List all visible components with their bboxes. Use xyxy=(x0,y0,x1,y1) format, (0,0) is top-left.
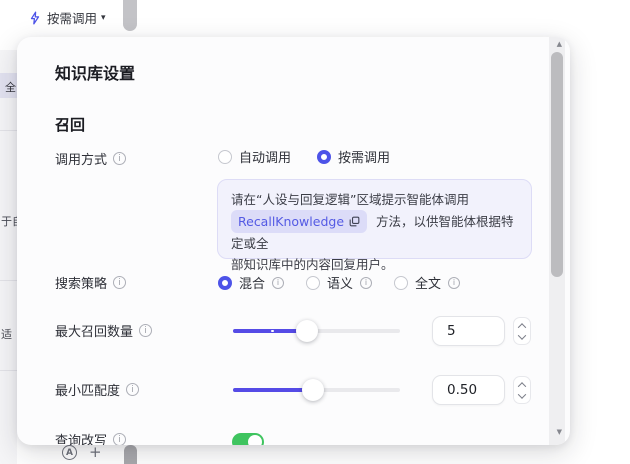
knowledge-settings-modal: 知识库设置 召回 调用方式 i 自动调用 按需调用 请在“人设与回复逻辑”区域提… xyxy=(17,37,570,445)
min-match-value: 0.50 xyxy=(447,382,477,398)
radio-label: 混合 xyxy=(239,273,265,292)
chevron-up-icon[interactable] xyxy=(518,323,526,331)
query-rewrite-toggle[interactable] xyxy=(232,433,264,445)
min-match-label-row: 最小匹配度 i xyxy=(55,380,139,399)
chevron-down-icon[interactable] xyxy=(518,390,526,398)
min-match-slider[interactable] xyxy=(233,388,400,392)
call-method-label: 调用方式 xyxy=(55,149,107,168)
recall-hint-box: 请在“人设与回复逻辑”区域提示智能体调用 RecallKnowledge 方法，… xyxy=(217,179,532,259)
chevron-down-icon: ▾ xyxy=(101,13,106,23)
divider xyxy=(0,280,17,281)
radio-selected-icon[interactable] xyxy=(317,150,331,164)
plus-icon[interactable]: + xyxy=(89,445,102,460)
min-match-label: 最小匹配度 xyxy=(55,380,120,399)
slider-thumb[interactable] xyxy=(302,379,324,401)
info-icon[interactable]: i xyxy=(113,433,126,445)
divider xyxy=(0,370,17,371)
info-icon[interactable]: i xyxy=(126,383,139,396)
hint-line3: 部知识库中的内容回复用户。 xyxy=(231,257,394,272)
search-strategy-label: 搜索策略 xyxy=(55,273,107,292)
hint-line1: 请在“人设与回复逻辑”区域提示智能体调用 xyxy=(231,192,469,207)
slider-thumb[interactable] xyxy=(296,320,318,342)
scroll-down-icon[interactable]: ▼ xyxy=(557,428,562,436)
circle-a-icon[interactable]: A xyxy=(62,445,77,460)
info-icon[interactable]: i xyxy=(272,277,284,289)
info-icon[interactable]: i xyxy=(113,276,126,289)
page-scrollbar-fragment-bottom[interactable] xyxy=(124,445,137,464)
min-match-input[interactable]: 0.50 xyxy=(432,375,505,405)
radio-on-demand-call[interactable]: 按需调用 xyxy=(317,147,390,166)
background-selected-item-fragment: 全 xyxy=(0,73,17,98)
radio-auto-call[interactable]: 自动调用 xyxy=(218,147,291,166)
badge-label: RecallKnowledge xyxy=(238,211,344,232)
max-recall-slider[interactable] xyxy=(233,329,400,333)
radio-label: 按需调用 xyxy=(338,147,390,166)
chevron-down-icon[interactable] xyxy=(518,331,526,339)
screen: 按需调用 ▾ 于自 适 全 A + 知识库设置 召回 调用方式 i 自动调用 xyxy=(0,0,630,464)
search-strategy-options: 混合 i 语义 i 全文 i xyxy=(218,273,460,292)
radio-fulltext[interactable]: 全文 i xyxy=(394,273,460,292)
info-icon[interactable]: i xyxy=(360,277,372,289)
min-match-stepper[interactable] xyxy=(513,376,531,404)
call-method-label-row: 调用方式 i xyxy=(55,149,126,168)
section-title-recall: 召回 xyxy=(55,114,85,135)
info-icon[interactable]: i xyxy=(113,152,126,165)
max-recall-value: 5 xyxy=(447,323,456,339)
chat-toolbar-fragment: A + xyxy=(62,445,102,460)
modal-title: 知识库设置 xyxy=(55,60,135,84)
toggle-knob xyxy=(248,435,262,445)
modal-scrollbar-thumb[interactable] xyxy=(551,52,563,277)
recall-knowledge-badge[interactable]: RecallKnowledge xyxy=(231,210,367,233)
info-icon[interactable]: i xyxy=(139,324,152,337)
max-recall-stepper[interactable] xyxy=(513,317,531,345)
page-scrollbar-fragment-top[interactable] xyxy=(123,0,137,31)
invoke-lightning-icon xyxy=(28,11,42,25)
radio-icon[interactable] xyxy=(394,276,408,290)
clipped-text-fragment: 适 xyxy=(1,326,17,342)
slider-fill xyxy=(233,388,313,392)
chevron-up-icon[interactable] xyxy=(518,382,526,390)
scroll-up-icon[interactable]: ▲ xyxy=(557,40,562,48)
radio-icon[interactable] xyxy=(218,150,232,164)
max-recall-label: 最大召回数量 xyxy=(55,321,133,340)
clipped-text-fragment: 于自 xyxy=(1,213,17,229)
background-left-strip: 于自 适 xyxy=(0,50,17,464)
query-rewrite-label-row: 查询改写 i xyxy=(55,430,126,445)
radio-hybrid[interactable]: 混合 i xyxy=(218,273,284,292)
slider-step-mark xyxy=(271,330,274,332)
max-recall-input[interactable]: 5 xyxy=(432,316,505,346)
copy-icon[interactable] xyxy=(349,216,360,227)
radio-label: 全文 xyxy=(415,273,441,292)
radio-semantic[interactable]: 语义 i xyxy=(306,273,372,292)
on-demand-call-dropdown[interactable]: 按需调用 ▾ xyxy=(22,6,112,29)
call-method-options: 自动调用 按需调用 xyxy=(218,147,416,166)
radio-icon[interactable] xyxy=(306,276,320,290)
max-recall-label-row: 最大召回数量 i xyxy=(55,321,152,340)
info-icon[interactable]: i xyxy=(448,277,460,289)
radio-label: 语义 xyxy=(327,273,353,292)
radio-label: 自动调用 xyxy=(239,147,291,166)
search-strategy-label-row: 搜索策略 i xyxy=(55,273,126,292)
on-demand-call-label: 按需调用 xyxy=(47,8,97,27)
clipped-text-fragment: 全 xyxy=(0,73,17,95)
query-rewrite-label: 查询改写 xyxy=(55,430,107,445)
divider xyxy=(0,130,17,131)
radio-selected-icon[interactable] xyxy=(218,276,232,290)
